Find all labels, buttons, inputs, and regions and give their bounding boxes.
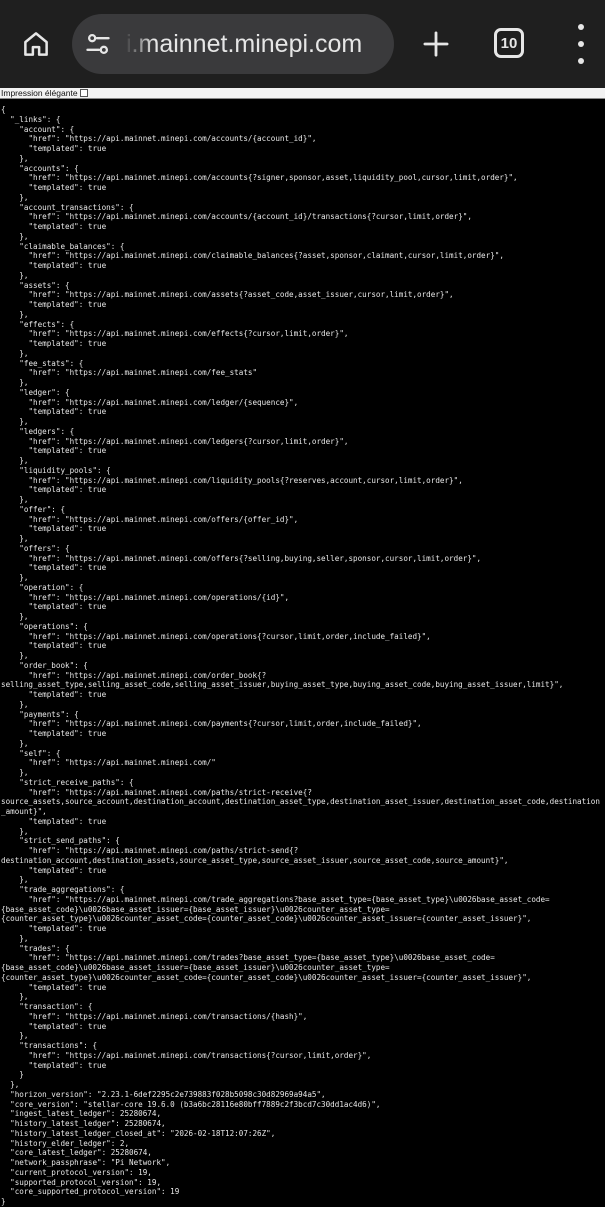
pretty-print-label: Impression élégante [1, 88, 78, 98]
more-vert-icon[interactable] [566, 24, 596, 64]
address-bar[interactable]: i.mainnet.minepi.com [72, 14, 394, 74]
url-text[interactable]: i.mainnet.minepi.com [126, 14, 362, 74]
plus-icon [423, 31, 449, 57]
json-content: { "_links": { "account": { "href": "http… [1, 105, 600, 1206]
home-icon [24, 32, 48, 56]
tab-count: 10 [500, 34, 518, 52]
menu-dot [578, 24, 584, 30]
tab-switcher-icon[interactable]: 10 [494, 28, 524, 58]
browser-toolbar: i.mainnet.minepi.com 10 [0, 0, 605, 88]
json-viewer: Impression élégante { "_links": { "accou… [0, 88, 605, 1206]
pretty-print-bar: Impression élégante [0, 88, 605, 99]
pretty-print-checkbox[interactable] [79, 89, 88, 97]
new-tab-button[interactable] [414, 22, 458, 66]
menu-dot [578, 58, 584, 64]
tune-icon[interactable] [84, 30, 112, 58]
home-button[interactable] [14, 22, 58, 66]
url-fade [112, 14, 154, 74]
menu-dot [578, 41, 584, 47]
